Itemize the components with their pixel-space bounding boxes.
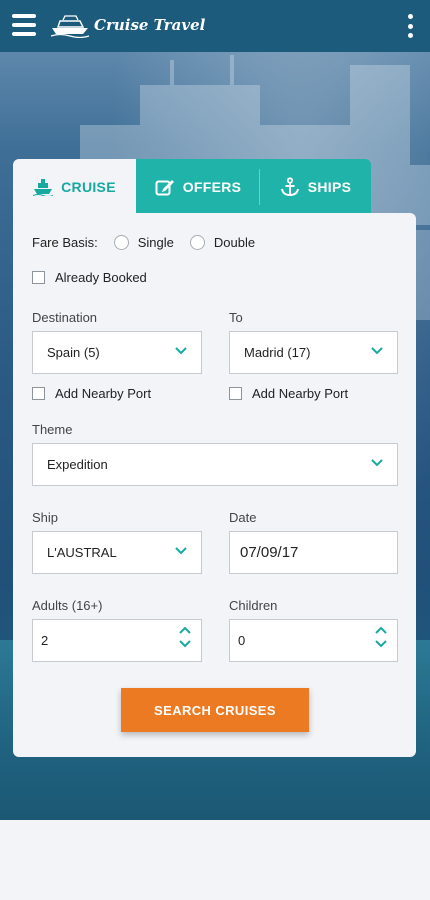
destination-select[interactable]: Spain (5) — [32, 331, 202, 374]
tab-offers[interactable]: OFFERS — [136, 159, 260, 215]
brand-name: Cruise Travel — [94, 16, 206, 34]
already-booked-checkbox[interactable]: Already Booked — [32, 270, 147, 285]
destination-label: Destination — [32, 310, 98, 325]
anchor-icon — [280, 177, 299, 197]
chevron-down-icon — [371, 459, 383, 467]
cruise-search-form: Fare Basis: Single Double Already Booked… — [13, 213, 416, 757]
checkbox-box[interactable] — [229, 387, 242, 400]
ship-select[interactable]: L'AUSTRAL — [32, 531, 202, 574]
chevron-down-icon — [175, 347, 187, 355]
chevron-up-icon[interactable] — [375, 626, 387, 634]
ship-label: Ship — [32, 510, 59, 525]
fare-single-label: Single — [137, 235, 174, 250]
stepper-controls — [375, 626, 387, 648]
to-nearby-port-checkbox[interactable]: Add Nearby Port — [229, 386, 348, 401]
tab-cruise[interactable]: CRUISE — [13, 159, 136, 215]
edit-icon — [155, 180, 174, 196]
chevron-down-icon[interactable] — [179, 640, 191, 648]
checkbox-box[interactable] — [32, 387, 45, 400]
to-nearby-port-label: Add Nearby Port — [252, 386, 349, 401]
destination-nearby-port-checkbox[interactable]: Add Nearby Port — [32, 386, 151, 401]
ship-value: L'AUSTRAL — [47, 545, 117, 560]
fare-single-radio[interactable]: Single — [113, 235, 174, 250]
theme-label: Theme — [32, 422, 73, 437]
tab-ships[interactable]: SHIPS — [260, 159, 371, 215]
tab-offers-label: OFFERS — [182, 179, 242, 195]
to-value: Madrid (17) — [244, 345, 311, 360]
search-cruises-button[interactable]: SEARCH CRUISES — [121, 688, 309, 732]
fare-double-label: Double — [213, 235, 256, 250]
tab-cruise-label: CRUISE — [61, 179, 116, 195]
brand[interactable]: Cruise Travel — [50, 12, 205, 38]
adults-value: 2 — [41, 633, 49, 648]
fare-double-radio[interactable]: Double — [189, 235, 256, 250]
children-value: 0 — [238, 633, 246, 648]
theme-select[interactable]: Expedition — [32, 443, 398, 486]
chevron-down-icon — [175, 547, 187, 555]
to-select[interactable]: Madrid (17) — [229, 331, 398, 374]
date-input[interactable]: 07/09/17 — [229, 531, 398, 574]
vertical-dots-icon[interactable] — [406, 14, 414, 38]
destination-nearby-port-label: Add Nearby Port — [55, 386, 152, 401]
search-tabs: CRUISE OFFERS SHIPS — [13, 159, 371, 215]
children-label: Children — [229, 598, 278, 613]
checkbox-box[interactable] — [32, 271, 45, 284]
top-app-bar: Cruise Travel — [0, 0, 430, 52]
tab-ships-label: SHIPS — [307, 179, 352, 195]
ship-icon — [33, 179, 54, 196]
radio-circle[interactable] — [189, 235, 205, 250]
children-stepper[interactable]: 0 — [229, 619, 398, 662]
chevron-down-icon[interactable] — [375, 640, 387, 648]
stepper-controls — [179, 626, 191, 648]
date-label: Date — [229, 510, 257, 525]
cruise-ship-logo-icon — [50, 15, 90, 38]
fare-basis-group: Fare Basis: Single Double — [32, 235, 255, 250]
adults-label: Adults (16+) — [32, 598, 103, 613]
to-label: To — [229, 310, 243, 325]
date-value: 07/09/17 — [240, 544, 299, 561]
chevron-down-icon — [371, 347, 383, 355]
adults-stepper[interactable]: 2 — [32, 619, 202, 662]
theme-value: Expedition — [47, 457, 108, 472]
destination-value: Spain (5) — [47, 345, 100, 360]
already-booked-label: Already Booked — [55, 270, 147, 285]
radio-circle[interactable] — [113, 235, 129, 250]
chevron-up-icon[interactable] — [179, 626, 191, 634]
fare-basis-label: Fare Basis: — [32, 235, 98, 250]
hamburger-menu-icon[interactable] — [12, 14, 36, 36]
